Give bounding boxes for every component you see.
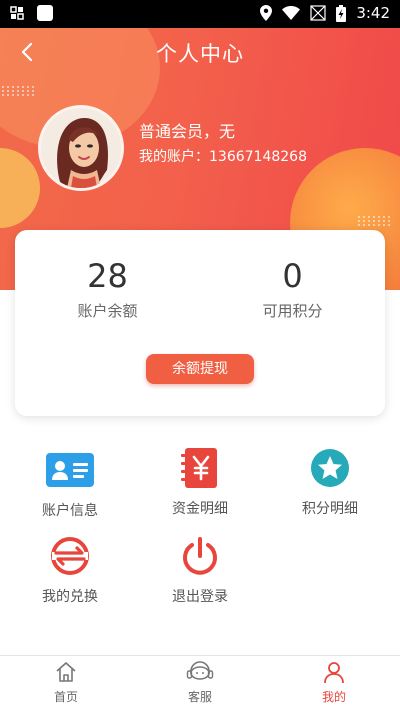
tab-label: 客服 [187,690,212,704]
points-value: 0 [282,257,303,295]
header-decoration [0,148,40,228]
power-icon [183,537,217,575]
tab-customer-service[interactable]: 客服 [160,660,240,705]
status-time: 3:42 [356,4,390,22]
balance-value: 28 [87,257,128,295]
tab-label: 我的 [321,690,346,704]
star-badge-icon [311,449,349,487]
wifi-icon [282,6,301,20]
points-label: 可用积分 [262,302,323,320]
exchange-icon [51,537,89,575]
home-icon [56,662,76,682]
grid-label: 账户信息 [42,503,98,519]
account-info: 我的账户：13667148268 [139,146,307,166]
id-card-icon [46,453,94,487]
yuan-notebook-icon [181,448,217,488]
signal-icon [310,5,326,21]
location-icon [260,5,273,21]
grid-item-account-info[interactable]: 账户信息 [10,450,130,520]
stat-balance[interactable]: 28 账户余额 [15,256,200,321]
account-number: 13667148268 [209,149,307,165]
tab-home[interactable]: 首页 [26,660,106,705]
dot-pattern [358,216,391,226]
grid-item-points-details[interactable]: 积分明细 [270,448,390,518]
account-label: 我的账户： [139,149,209,165]
dot-pattern [2,86,35,96]
app-notification-icon [37,5,53,21]
balance-card: 28 账户余额 0 可用积分 余额提现 [15,230,385,416]
avatar-illustration [41,108,121,188]
balance-label: 账户余额 [77,302,138,320]
grid-label: 积分明细 [302,501,358,517]
page-title: 个人中心 [156,42,244,66]
tab-mine[interactable]: 我的 [294,660,374,705]
stat-points[interactable]: 0 可用积分 [200,256,385,321]
avatar[interactable] [41,108,121,188]
user-icon [324,662,344,684]
member-level: 普通会员，无 [139,122,236,141]
battery-charging-icon [336,4,347,22]
grid-label: 我的兑换 [42,589,98,605]
notification-grid-icon [10,6,24,20]
headset-icon [186,661,214,680]
grid-item-my-exchange[interactable]: 我的兑换 [10,536,130,606]
grid-item-fund-details[interactable]: 资金明细 [140,448,260,518]
status-bar: 3:42 [0,0,400,28]
bottom-tab-bar: 首页 客服 我的 [0,655,400,704]
grid-item-logout[interactable]: 退出登录 [140,536,260,606]
tab-label: 首页 [53,690,78,704]
grid-label: 退出登录 [172,589,228,605]
grid-label: 资金明细 [172,501,228,517]
withdraw-button[interactable]: 余额提现 [146,354,254,384]
